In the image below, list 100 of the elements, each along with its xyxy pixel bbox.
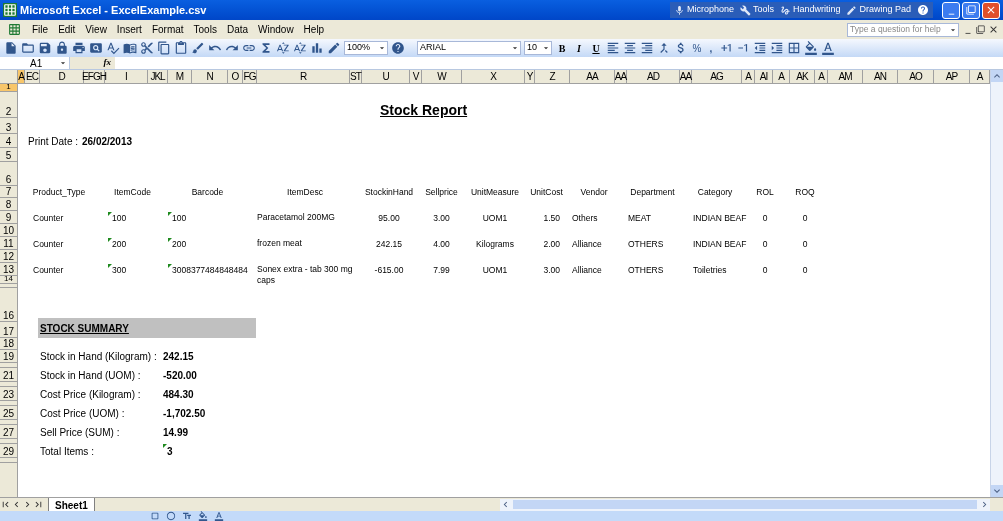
- row-header[interactable]: 10: [0, 224, 18, 237]
- pen-icon[interactable]: [779, 4, 791, 16]
- horizontal-scrollbar[interactable]: [500, 498, 990, 511]
- scissors-icon[interactable]: [140, 41, 154, 55]
- column-header[interactable]: AA: [570, 70, 615, 83]
- column-header[interactable]: AA: [615, 70, 627, 83]
- last-sheet-icon[interactable]: [33, 499, 44, 510]
- italic-button[interactable]: I: [572, 40, 586, 56]
- row-header[interactable]: 9: [0, 211, 18, 224]
- scroll-down-icon[interactable]: [991, 485, 1003, 497]
- column-header[interactable]: W: [422, 70, 462, 83]
- copy-icon[interactable]: [157, 41, 171, 55]
- pencil-icon[interactable]: [846, 4, 858, 16]
- text-box-icon[interactable]: [182, 511, 192, 521]
- sheet-tab[interactable]: Sheet1: [48, 498, 95, 511]
- row-header[interactable]: 12: [0, 250, 18, 263]
- column-header[interactable]: Y: [525, 70, 535, 83]
- column-header[interactable]: R: [257, 70, 350, 83]
- row-header[interactable]: 2: [0, 92, 18, 118]
- column-header[interactable]: A: [773, 70, 790, 83]
- menu-item[interactable]: Format: [146, 22, 189, 37]
- save-icon[interactable]: [38, 41, 52, 55]
- increase-decimal-icon[interactable]: [719, 41, 733, 55]
- font-box[interactable]: ARIAL: [417, 41, 521, 55]
- align-right-icon[interactable]: [640, 41, 654, 55]
- language-bar-button[interactable]: Handwriting: [779, 3, 841, 17]
- help-icon[interactable]: [391, 41, 405, 55]
- column-header[interactable]: ST: [350, 70, 362, 83]
- column-header[interactable]: A: [18, 70, 25, 83]
- bold-button[interactable]: B: [555, 40, 569, 56]
- row-header[interactable]: 8: [0, 198, 18, 211]
- sigma-icon[interactable]: [259, 41, 273, 55]
- row-header[interactable]: 13: [0, 263, 18, 276]
- menu-item[interactable]: Window: [253, 22, 299, 37]
- column-header[interactable]: Z: [535, 70, 570, 83]
- language-bar-button[interactable]: Tools: [739, 3, 774, 17]
- column-header[interactable]: AK: [790, 70, 815, 83]
- column-header[interactable]: AG: [692, 70, 742, 83]
- menu-item[interactable]: Help: [298, 22, 330, 37]
- menu-item[interactable]: Tools: [188, 22, 222, 37]
- column-header[interactable]: O: [228, 70, 243, 83]
- fill-color-icon[interactable]: [804, 41, 818, 55]
- decrease-decimal-icon[interactable]: [736, 41, 750, 55]
- row-header[interactable]: 3: [0, 118, 18, 134]
- column-header[interactable]: M: [168, 70, 192, 83]
- align-center-icon[interactable]: [623, 41, 637, 55]
- menu-item[interactable]: Data: [221, 22, 254, 37]
- borders-icon[interactable]: [787, 41, 801, 55]
- column-header[interactable]: AO: [898, 70, 934, 83]
- column-header[interactable]: U: [362, 70, 410, 83]
- column-header[interactable]: EFGH: [84, 70, 105, 83]
- spellcheck-icon[interactable]: [106, 41, 120, 55]
- column-header[interactable]: A: [815, 70, 828, 83]
- chart-icon[interactable]: [310, 41, 324, 55]
- column-header[interactable]: V: [410, 70, 422, 83]
- restore-icon[interactable]: [966, 5, 976, 15]
- first-sheet-icon[interactable]: [0, 499, 11, 510]
- column-header[interactable]: N: [192, 70, 228, 83]
- column-header[interactable]: AM: [828, 70, 863, 83]
- close-icon[interactable]: [988, 24, 999, 35]
- menu-item[interactable]: View: [80, 22, 112, 37]
- language-bar-button[interactable]: Microphone: [673, 3, 734, 17]
- zoom-box[interactable]: 100%: [344, 41, 388, 55]
- language-bar-button[interactable]: Drawing Pad: [846, 3, 911, 17]
- row-header[interactable]: 6: [0, 162, 18, 186]
- restore-icon[interactable]: [976, 25, 985, 34]
- drawing-icon[interactable]: [327, 41, 341, 55]
- restore-button[interactable]: [962, 1, 980, 19]
- lock-icon[interactable]: [55, 41, 69, 55]
- vertical-scrollbar[interactable]: [990, 70, 1003, 497]
- book-icon[interactable]: [123, 41, 137, 55]
- help-box[interactable]: Type a question for help: [847, 22, 959, 37]
- font-color-icon[interactable]: [821, 41, 835, 55]
- row-header[interactable]: 27: [0, 425, 18, 439]
- sort-ascending-icon[interactable]: [276, 41, 290, 55]
- column-header[interactable]: FG: [243, 70, 257, 83]
- column-header[interactable]: AN: [863, 70, 898, 83]
- column-header[interactable]: EC: [25, 70, 40, 83]
- row-header[interactable]: 25: [0, 406, 18, 420]
- row-header[interactable]: 23: [0, 387, 18, 401]
- help-icon[interactable]: [917, 4, 929, 16]
- row-header[interactable]: 11: [0, 237, 18, 250]
- scroll-up-icon[interactable]: [991, 70, 1003, 82]
- row-header[interactable]: 16: [0, 288, 18, 322]
- column-header[interactable]: AA: [680, 70, 692, 83]
- row-header[interactable]: 19: [0, 350, 18, 363]
- row-header[interactable]: 4: [0, 134, 18, 148]
- row-header[interactable]: 29: [0, 444, 18, 458]
- font-color-icon[interactable]: [214, 511, 224, 521]
- column-header[interactable]: AI: [755, 70, 773, 83]
- indent-icon[interactable]: [770, 41, 784, 55]
- row-header[interactable]: 7: [0, 186, 18, 198]
- document-icon[interactable]: [8, 23, 21, 36]
- percent-button[interactable]: %: [691, 40, 703, 56]
- folder-icon[interactable]: [21, 41, 35, 55]
- toolbox-icon[interactable]: [739, 4, 751, 16]
- fill-color-icon[interactable]: [198, 511, 208, 521]
- row-header[interactable]: 1: [0, 84, 18, 92]
- menu-item[interactable]: File: [27, 22, 54, 37]
- printer-icon[interactable]: [72, 41, 86, 55]
